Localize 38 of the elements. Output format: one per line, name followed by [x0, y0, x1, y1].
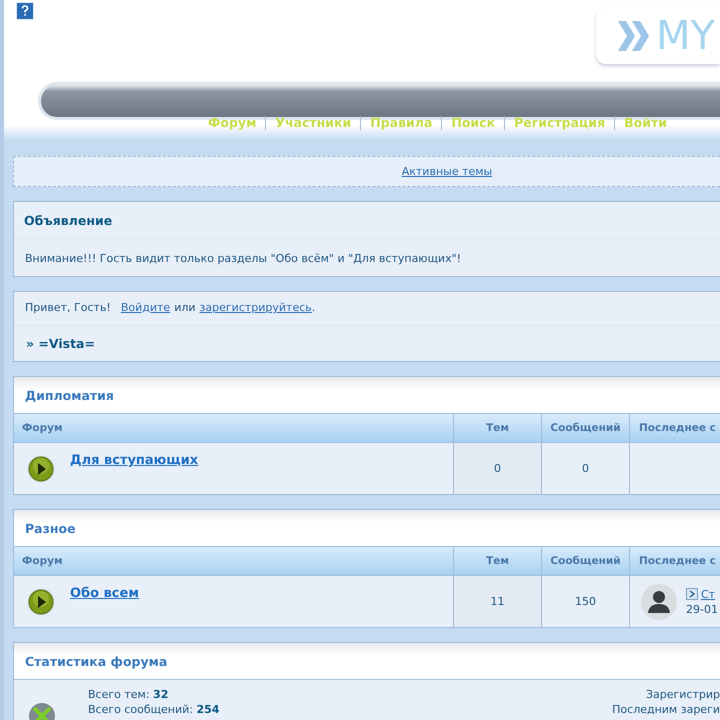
category-title: Разное — [14, 510, 720, 547]
category-title: Дипломатия — [14, 377, 720, 414]
announcement-title: Объявление — [14, 202, 720, 239]
column-header: Тем — [454, 547, 542, 575]
play-icon — [26, 587, 56, 617]
table-cell: 11 — [454, 576, 542, 627]
announcement-text: Внимание!!! Гость видит только разделы "Обо всём" и "Для вступающих"! — [24, 251, 462, 267]
table-cell: 0 — [542, 443, 630, 494]
play-icon — [26, 454, 56, 484]
forum-link[interactable]: Обо всем — [70, 586, 139, 601]
column-header: Форум — [14, 414, 454, 442]
table-cell: 0 — [454, 443, 542, 494]
table-cell: 150 — [542, 576, 630, 627]
chevrons-icon — [618, 19, 652, 53]
or-text: или — [174, 301, 196, 314]
stats-title: Статистика форума — [14, 643, 720, 680]
stats-line: Всего тем: 32 — [88, 688, 170, 701]
column-header: Сообщений — [542, 414, 630, 442]
stats-line: Всего сообщений: 254 — [88, 703, 220, 716]
last-post-link[interactable]: Ст — [701, 588, 716, 600]
period-text: . — [312, 301, 316, 314]
column-header: Сообщений — [542, 547, 630, 575]
column-header: Тем — [454, 414, 542, 442]
active-topics-link[interactable]: Активные темы — [402, 165, 492, 178]
column-header: Форум — [14, 547, 454, 575]
register-link[interactable]: зарегистрируйтесь — [200, 301, 312, 314]
help-icon[interactable] — [16, 2, 34, 20]
logo-text: MY — [656, 16, 715, 56]
forum-link[interactable]: Для вступающих — [70, 453, 198, 468]
column-header: Последнее с — [638, 554, 717, 569]
stats-line: Последним зареги — [612, 703, 720, 716]
greeting-text: Привет, Гость! — [25, 301, 111, 314]
stats-line: Зарегистрир — [646, 688, 720, 701]
last-post-date: 29-01 — [686, 602, 718, 616]
breadcrumb: » =Vista= — [25, 335, 96, 353]
column-header: Последнее с — [638, 421, 717, 436]
login-link[interactable]: Войдите — [120, 301, 170, 314]
avatar-icon — [640, 582, 678, 620]
